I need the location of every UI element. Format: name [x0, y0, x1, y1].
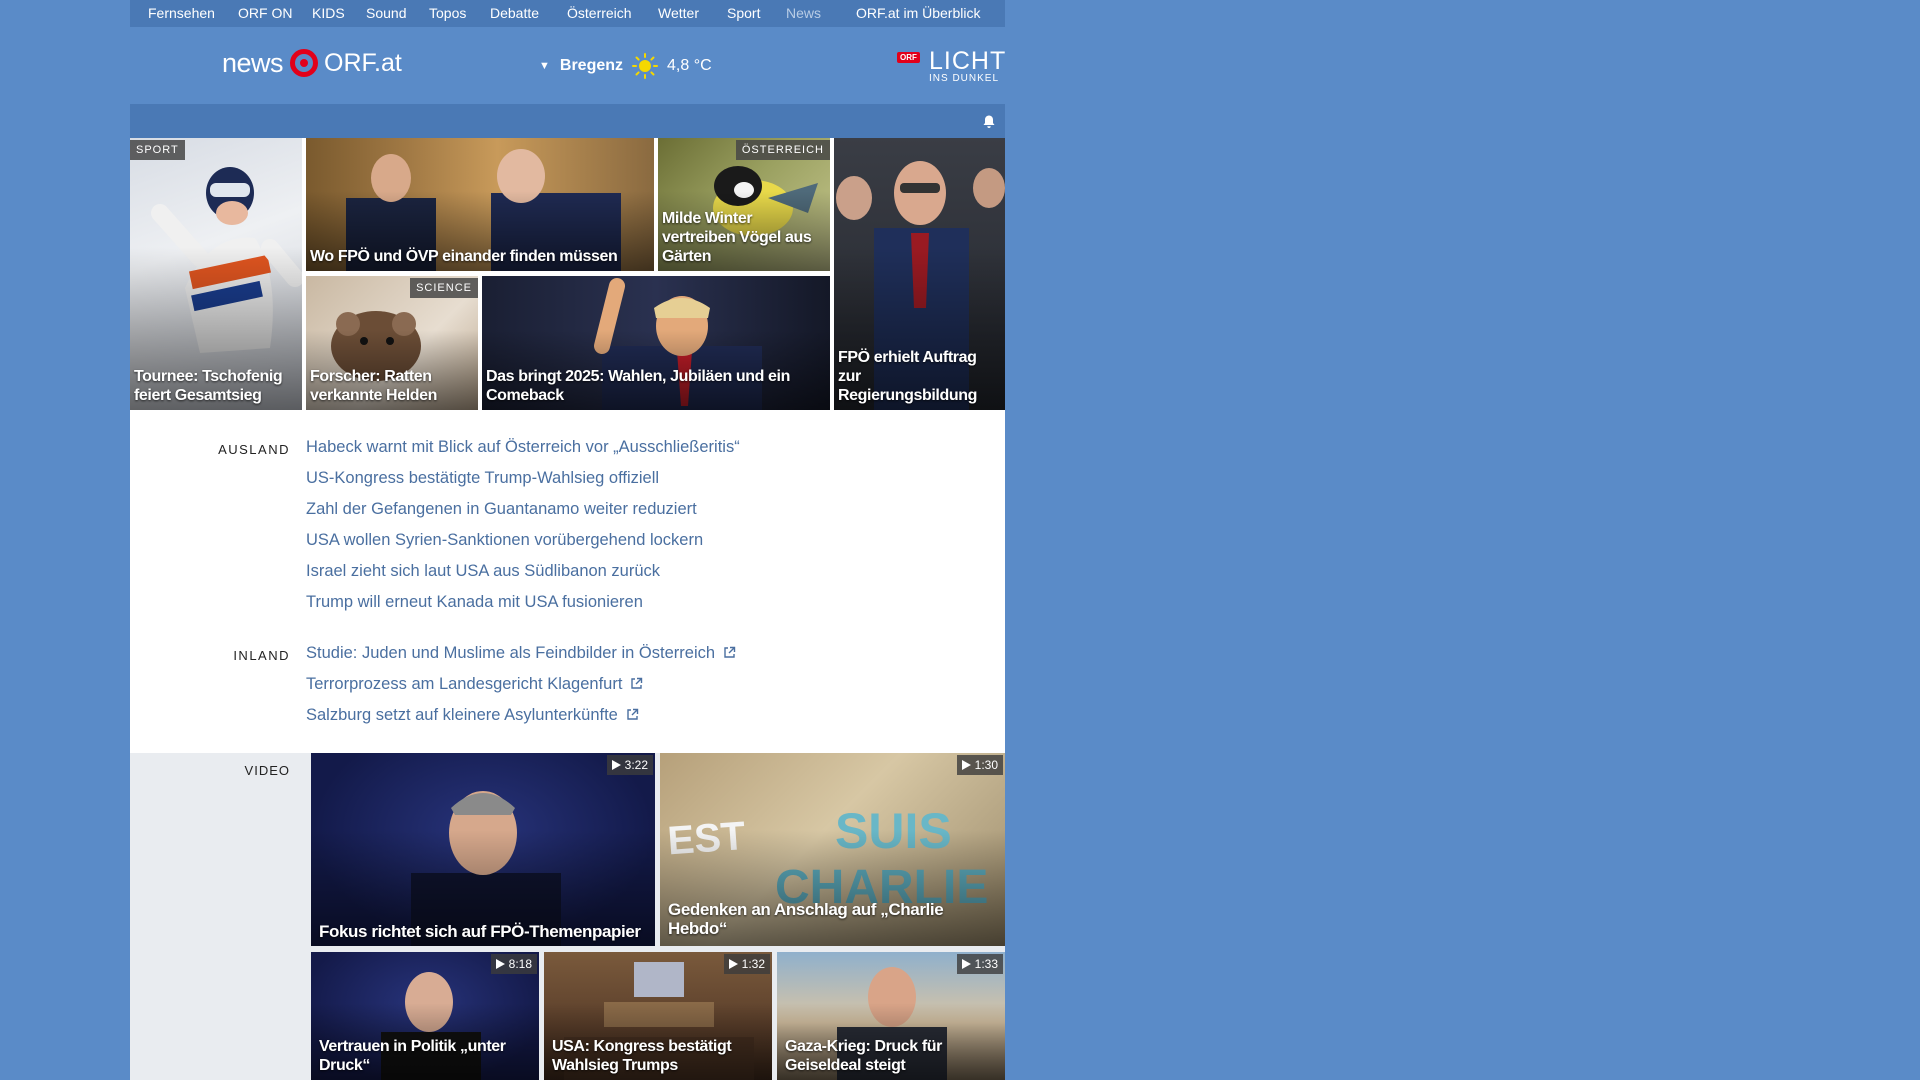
logo-news-text: news	[222, 47, 284, 78]
headline-ausland-6[interactable]: Trump will erneut Kanada mit USA fusioni…	[306, 593, 643, 612]
page: Fernsehen ORF ON KIDS Sound Topos Debatt…	[130, 0, 1005, 1080]
video-caption: Vertrauen in Politik „unter Druck“	[319, 1038, 506, 1074]
logo-orf-text: ORF.at	[324, 48, 402, 77]
video-section: VIDEO 3:22 Fokus richtet sich auf FPÖ-Th…	[130, 753, 1005, 1080]
headline-inland-1[interactable]: Studie: Juden und Muslime als Feindbilde…	[306, 644, 736, 663]
sun-icon	[632, 53, 659, 79]
headline-ausland-3[interactable]: Zahl der Gefangenen in Guantanamo weiter…	[306, 500, 697, 519]
story-tile-regierungsbildung[interactable]: FPÖ erhielt Auftrag zur Regierungsbildun…	[834, 138, 1005, 410]
nav-debatte[interactable]: Debatte	[490, 0, 539, 27]
external-link-icon	[631, 677, 643, 689]
story-tile-2025[interactable]: Das bringt 2025: Wahlen, Jubiläen und ei…	[482, 276, 830, 410]
section-label-ausland: AUSLAND	[218, 442, 290, 457]
licht-subtitle: INS DUNKEL	[929, 73, 1000, 84]
video-duration: 3:22	[606, 755, 653, 775]
story-caption: Wo FPÖ und ÖVP einander finden müssen	[310, 248, 618, 265]
weather-city: Bregenz	[559, 57, 624, 74]
section-label-video: VIDEO	[244, 763, 290, 778]
nav-oesterreich[interactable]: Österreich	[567, 0, 632, 27]
external-link-icon	[627, 708, 639, 720]
headline-ausland-4[interactable]: USA wollen Syrien-Sanktionen vorübergehe…	[306, 531, 703, 550]
nav-overview[interactable]: ORF.at im Überblick	[856, 0, 980, 27]
weather-temperature: 4,8 °C	[667, 57, 712, 74]
video-duration: 8:18	[490, 954, 537, 974]
section-label-inland: INLAND	[233, 648, 290, 663]
video-tile-fpoe-themenpapier[interactable]: 3:22 Fokus richtet sich auf FPÖ-Themenpa…	[311, 753, 655, 946]
main-content: SPORT Tournee: Tschofenig feiert Gesamts…	[130, 138, 1005, 753]
nav-orf-on[interactable]: ORF ON	[238, 0, 292, 27]
story-caption: Tournee: Tschofenig feiert Gesamtsieg	[134, 368, 283, 404]
video-tile-gaza[interactable]: 1:33 Gaza-Krieg: Druck für Geiseldeal st…	[777, 952, 1005, 1080]
weather-widget[interactable]: ▼ Bregenz 4,8 °C	[539, 53, 712, 79]
story-tile-fpoe-oevp[interactable]: Wo FPÖ und ÖVP einander finden müssen	[306, 138, 654, 271]
video-duration: 1:33	[956, 954, 1003, 974]
video-duration: 1:32	[723, 954, 770, 974]
video-caption: Fokus richtet sich auf FPÖ-Themenpapier	[319, 922, 641, 941]
nav-fernsehen[interactable]: Fernsehen	[148, 0, 215, 27]
nav-wetter[interactable]: Wetter	[658, 0, 699, 27]
external-link-icon	[724, 646, 736, 658]
orf-ring-icon	[290, 49, 319, 77]
headline-ausland-2[interactable]: US-Kongress bestätigte Trump-Wahlsieg of…	[306, 469, 659, 488]
licht-orf-badge: ORF	[897, 52, 920, 63]
chevron-down-icon: ▼	[539, 60, 550, 72]
video-caption: Gaza-Krieg: Druck für Geiseldeal steigt	[785, 1038, 942, 1074]
licht-ins-dunkel-logo[interactable]: ORF LICHT INS DUNKEL	[897, 47, 1007, 85]
nav-kids[interactable]: KIDS	[312, 0, 345, 27]
video-tile-kongress[interactable]: 1:32 USA: Kongress bestätigt Wahlsieg Tr…	[544, 952, 772, 1080]
headline-ausland-1[interactable]: Habeck warnt mit Blick auf Österreich vo…	[306, 438, 740, 457]
story-category-tag: SCIENCE	[410, 278, 478, 298]
news-orf-logo[interactable]: news ORF.at	[222, 46, 402, 80]
bell-icon[interactable]	[981, 114, 997, 130]
headline-inland-2[interactable]: Terrorprozess am Landesgericht Klagenfur…	[306, 675, 643, 694]
headline-text: Terrorprozess am Landesgericht Klagenfur…	[306, 675, 623, 693]
video-duration: 1:30	[956, 755, 1003, 775]
nav-news[interactable]: News	[786, 0, 821, 27]
sub-bar	[130, 104, 1005, 138]
nav-sport[interactable]: Sport	[727, 0, 760, 27]
video-caption: USA: Kongress bestätigt Wahlsieg Trumps	[552, 1038, 732, 1074]
story-caption: Forscher: Ratten verkannte Helden	[310, 368, 437, 404]
headline-ausland-5[interactable]: Israel zieht sich laut USA aus Südlibano…	[306, 562, 660, 581]
story-category-tag: ÖSTERREICH	[735, 140, 830, 160]
story-caption: Milde Winter vertreiben Vögel aus Gärten	[662, 210, 812, 265]
story-tile-tschofenig[interactable]: SPORT Tournee: Tschofenig feiert Gesamts…	[130, 138, 302, 410]
site-header: news ORF.at ▼ Bregenz 4,8 °C ORF LICHT I…	[130, 27, 1005, 104]
headline-text: Salzburg setzt auf kleinere Asylunterkün…	[306, 706, 618, 724]
video-tile-charlie-hebdo[interactable]: EST SUIS CHARLIE 1:30 Gedenken an Anschl…	[660, 753, 1005, 946]
nav-topos[interactable]: Topos	[429, 0, 466, 27]
story-tile-ratten[interactable]: SCIENCE Forscher: Ratten verkannte Helde…	[306, 276, 478, 410]
story-category-tag: SPORT	[130, 140, 185, 160]
video-tile-vertrauen-politik[interactable]: 8:18 Vertrauen in Politik „unter Druck“	[311, 952, 539, 1080]
top-nav: Fernsehen ORF ON KIDS Sound Topos Debatt…	[130, 0, 1005, 27]
story-caption: FPÖ erhielt Auftrag zur Regierungsbildun…	[838, 349, 977, 404]
story-caption: Das bringt 2025: Wahlen, Jubiläen und ei…	[486, 368, 790, 404]
nav-sound[interactable]: Sound	[366, 0, 406, 27]
headline-text: Studie: Juden und Muslime als Feindbilde…	[306, 644, 716, 662]
headline-inland-3[interactable]: Salzburg setzt auf kleinere Asylunterkün…	[306, 706, 639, 725]
story-tile-voegel[interactable]: ÖSTERREICH Milde Winter vertreiben Vögel…	[658, 138, 830, 271]
licht-title: LICHT	[929, 47, 1007, 75]
video-caption: Gedenken an Anschlag auf „Charlie Hebdo“	[668, 900, 944, 938]
